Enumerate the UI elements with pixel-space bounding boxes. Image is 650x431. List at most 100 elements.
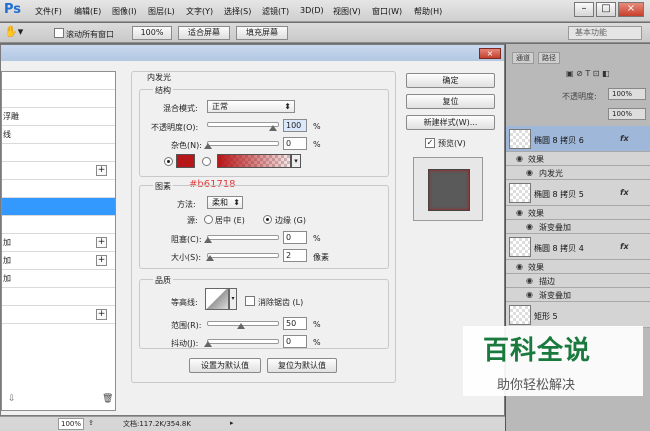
close-window-button[interactable]: × [618, 2, 644, 17]
menu-filter[interactable]: 滤镜(T) [262, 6, 289, 17]
fx-icon[interactable]: fx [620, 134, 629, 143]
gradient-swatch[interactable] [217, 154, 291, 168]
restore-button[interactable]: □ [596, 2, 616, 17]
contour-preview[interactable] [205, 288, 229, 310]
opacity-field[interactable]: 100% [608, 88, 646, 100]
anti-alias-checkbox[interactable] [245, 296, 255, 306]
export-icon[interactable]: ⇪ [88, 419, 94, 427]
menu-help[interactable]: 帮助(H) [414, 6, 442, 17]
size-slider[interactable] [207, 253, 279, 258]
range-input[interactable]: 50 [283, 317, 307, 330]
layer-row-ellipse-copy-6[interactable]: 椭圆 8 拷贝 6 fx [506, 126, 650, 152]
style-item[interactable] [2, 216, 115, 234]
eye-icon[interactable]: ◉ [526, 222, 533, 231]
style-item[interactable] [2, 288, 115, 306]
layer-filter-icons[interactable]: ▣ ⊘ T ⊡ ◧ [566, 69, 610, 78]
menu-image[interactable]: 图像(I) [112, 6, 137, 17]
style-item-emboss[interactable]: 浮雕 [2, 108, 115, 126]
effect-stroke[interactable]: ◉ 描边 [506, 274, 650, 288]
noise-slider[interactable] [207, 141, 279, 146]
layer-row-ellipse-copy-4[interactable]: 椭圆 8 拷贝 4 fx [506, 234, 650, 260]
noise-slider-thumb[interactable] [204, 143, 212, 149]
zoom-field[interactable]: 100% [58, 418, 84, 430]
style-item-inner-glow-selected[interactable] [2, 198, 115, 216]
minimize-button[interactable]: – [574, 2, 594, 17]
style-item[interactable] [2, 72, 115, 90]
add-style-icon[interactable]: + [96, 165, 107, 176]
add-style-icon[interactable]: + [96, 255, 107, 266]
style-item-stroke[interactable]: 线 [2, 126, 115, 144]
hand-tool-icon[interactable]: ✋▾ [4, 25, 32, 41]
fit-screen-button[interactable]: 适合屏幕 [178, 26, 230, 40]
gradient-dropdown-icon[interactable]: ▾ [291, 154, 301, 168]
noise-input[interactable]: 0 [283, 137, 307, 150]
method-select[interactable]: 柔和 ⬍ [207, 196, 243, 209]
eye-icon[interactable]: ◉ [526, 290, 533, 299]
status-arrow-icon[interactable]: ▸ [230, 419, 234, 427]
effects-row[interactable]: ◉ 效果 [506, 206, 650, 220]
gradient-radio[interactable] [202, 157, 211, 166]
size-input[interactable]: 2 [283, 249, 307, 262]
source-center-radio[interactable] [204, 215, 213, 224]
contour-dropdown-icon[interactable]: ▾ [229, 288, 237, 310]
solid-color-radio[interactable] [164, 157, 173, 166]
effects-row[interactable]: ◉ 效果 [506, 260, 650, 274]
reset-default-button[interactable]: 复位为默认值 [267, 358, 337, 373]
fill-field[interactable]: 100% [608, 108, 646, 120]
add-style-icon[interactable]: + [96, 309, 107, 320]
eye-icon[interactable]: ◉ [516, 208, 523, 217]
choke-slider[interactable] [207, 235, 279, 240]
zoom-100-button[interactable]: 100% [132, 26, 172, 40]
dialog-close-button[interactable]: × [479, 48, 501, 59]
eye-icon[interactable]: ◉ [516, 262, 523, 271]
menu-select[interactable]: 选择(S) [224, 6, 251, 17]
opacity-input[interactable]: 100 [283, 119, 307, 132]
style-item[interactable] [2, 144, 115, 162]
fx-icon[interactable]: fx [620, 242, 629, 251]
trash-icon[interactable]: 🗑 [102, 394, 113, 404]
effect-gradient-overlay[interactable]: ◉ 渐变叠加 [506, 288, 650, 302]
preview-checkbox[interactable]: ✓ [425, 138, 435, 148]
menu-view[interactable]: 视图(V) [333, 6, 361, 17]
eye-icon[interactable]: ◉ [526, 168, 533, 177]
choke-input[interactable]: 0 [283, 231, 307, 244]
scroll-all-windows-checkbox[interactable] [54, 28, 64, 38]
effects-row[interactable]: ◉ 效果 [506, 152, 650, 166]
layer-row-rectangle-5[interactable]: 矩形 5 [506, 302, 650, 328]
new-style-button[interactable]: 新建样式(W)... [406, 115, 495, 130]
size-slider-thumb[interactable] [206, 255, 214, 261]
workspace-switcher[interactable]: 基本功能 [568, 26, 642, 40]
fx-icon[interactable]: fx [620, 188, 629, 197]
menu-layer[interactable]: 图层(L) [148, 6, 175, 17]
set-default-button[interactable]: 设置为默认值 [189, 358, 261, 373]
menu-edit[interactable]: 编辑(E) [74, 6, 101, 17]
style-item[interactable] [2, 90, 115, 108]
jitter-slider-thumb[interactable] [204, 341, 212, 347]
ok-button[interactable]: 确定 [406, 73, 495, 88]
layer-row-ellipse-copy-5[interactable]: 椭圆 8 拷贝 5 fx [506, 180, 650, 206]
choke-slider-thumb[interactable] [204, 237, 212, 243]
effect-inner-glow[interactable]: ◉ 内发光 [506, 166, 650, 180]
reset-button[interactable]: 复位 [406, 94, 495, 109]
move-down-icon[interactable]: ⇩ [8, 394, 16, 404]
fill-screen-button[interactable]: 填充屏幕 [236, 26, 288, 40]
blend-mode-select[interactable]: 正常 ⬍ [207, 100, 295, 113]
color-swatch[interactable] [176, 154, 195, 168]
jitter-slider[interactable] [207, 339, 279, 344]
tab-paths[interactable]: 路径 [538, 52, 560, 64]
range-slider-thumb[interactable] [237, 323, 245, 329]
menu-type[interactable]: 文字(Y) [186, 6, 213, 17]
tab-channels[interactable]: 通道 [512, 52, 534, 64]
style-item-overlay[interactable]: 加 [2, 270, 115, 288]
effect-gradient-overlay[interactable]: ◉ 渐变叠加 [506, 220, 650, 234]
style-item[interactable] [2, 180, 115, 198]
source-edge-radio[interactable] [263, 215, 272, 224]
menu-3d[interactable]: 3D(D) [300, 6, 324, 15]
menu-window[interactable]: 窗口(W) [372, 6, 402, 17]
jitter-input[interactable]: 0 [283, 335, 307, 348]
menu-file[interactable]: 文件(F) [35, 6, 62, 17]
opacity-slider-thumb[interactable] [269, 125, 277, 131]
add-style-icon[interactable]: + [96, 237, 107, 248]
eye-icon[interactable]: ◉ [526, 276, 533, 285]
dialog-titlebar[interactable] [1, 45, 504, 61]
